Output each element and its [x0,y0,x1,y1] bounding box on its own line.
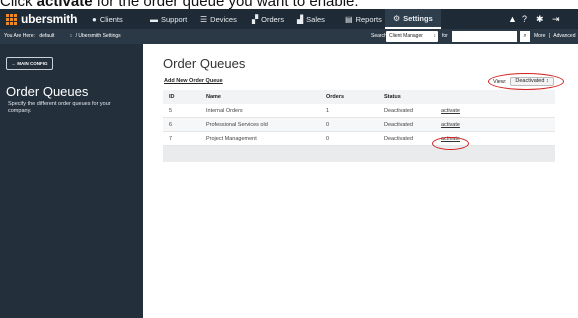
server-icon: ☰ [200,14,208,24]
nav-support-label: Support [161,14,188,24]
location-selector[interactable]: default [39,33,54,39]
nav-settings[interactable]: ⚙ Settings [385,9,441,29]
order-queues-table: ID Name Orders Status 5 Internal Orders … [163,90,555,162]
logout-icon[interactable]: ⇥ [552,9,560,29]
cell-status: Deactivated [384,136,414,142]
breadcrumb: You Are Here: default ↕ / Ubersmith Sett… [4,33,121,39]
sidebar: ← MAIN CONFIG Order Queues Specify the d… [0,44,143,318]
nav-devices[interactable]: ☰ Devices [200,9,237,29]
bar-chart-icon: ▟ [297,14,304,24]
highlight-oval-activate [432,137,469,150]
cell-orders: 0 [326,136,330,142]
sidebar-description: Specify the different order queues for y… [8,101,111,114]
select-arrows-icon: ↕ [433,33,437,39]
cell-id: 7 [169,136,173,142]
cell-name: Project Management [206,136,257,142]
nav-orders-label: Orders [261,14,285,24]
bell-icon[interactable]: ▲ [508,9,517,29]
nav-reports[interactable]: ▤ Reports [345,9,382,29]
nav-support[interactable]: ▬ Support [150,9,187,29]
for-label: for [442,33,448,39]
nav-reports-label: Reports [355,14,382,24]
brand-name: ubersmith [21,12,78,26]
page-title: Order Queues [163,56,246,71]
table-row: 6 Professional Services old 0 Deactivate… [163,118,555,132]
nav-devices-label: Devices [210,14,237,24]
cell-orders: 0 [326,122,330,128]
search-icon: ⌕ [523,33,527,39]
advanced-link[interactable]: Advanced [553,33,575,39]
help-icon[interactable]: ? [522,9,527,29]
main-config-button[interactable]: ← MAIN CONFIG [6,57,53,70]
search-button[interactable]: ⌕ [520,31,530,42]
activate-link[interactable]: activate [441,122,460,128]
nav-sales[interactable]: ▟ Sales [297,9,325,29]
nav-settings-label: Settings [403,13,433,23]
cell-orders: 1 [326,108,330,114]
column-name: Name [206,94,221,100]
gear-icon[interactable]: ✱ [536,9,544,29]
table-row: 7 Project Management 0 Deactivated activ… [163,132,555,146]
cell-status: Deactivated [384,108,414,114]
search-scope-select[interactable]: Client Manager ↕ [386,31,438,42]
top-navigation-bar: ubersmith ● Clients ▬ Support ☰ Devices … [0,9,578,29]
breadcrumb-path[interactable]: / Ubersmith Settings [76,33,121,39]
cell-id: 6 [169,122,173,128]
user-icon: ● [92,14,97,24]
table-footer [163,146,555,162]
search-input[interactable] [452,31,517,42]
nav-orders[interactable]: ▞ Orders [252,9,284,29]
nav-sales-label: Sales [306,14,325,24]
more-link[interactable]: More [534,33,545,39]
location-arrows-icon[interactable]: ↕ [70,33,73,39]
column-id: ID [169,94,175,100]
column-orders: Orders [326,94,345,100]
nav-clients-label: Clients [99,14,123,24]
cell-name: Internal Orders [206,108,243,114]
report-icon: ▤ [345,14,353,24]
table-row: 5 Internal Orders 1 Deactivated activate [163,104,555,118]
search-scope-value: Client Manager [389,33,423,39]
add-order-queue-link[interactable]: Add New Order Queue [164,78,223,84]
inbox-icon: ▬ [150,14,158,24]
grid-logo-icon [6,13,17,25]
orders-icon: ▞ [252,14,259,24]
location-search-bar: You Are Here: default ↕ / Ubersmith Sett… [0,29,578,44]
search-links: More | Advanced [534,33,575,39]
brand-logo[interactable]: ubersmith [6,12,77,26]
column-status: Status [384,94,401,100]
table-header: ID Name Orders Status [163,90,555,104]
you-are-here-label: You Are Here: [4,33,35,39]
cell-name: Professional Services old [206,122,268,128]
activate-link[interactable]: activate [441,108,460,114]
cell-status: Deactivated [384,122,414,128]
search-label: Search [371,33,387,39]
gear-icon: ⚙ [393,13,401,23]
highlight-oval-view [488,73,564,90]
main-content: Order Queues Add New Order Queue View: D… [143,44,578,318]
link-separator: | [548,33,551,39]
nav-clients[interactable]: ● Clients [92,9,123,29]
sidebar-title: Order Queues [6,84,89,99]
cell-id: 5 [169,108,173,114]
